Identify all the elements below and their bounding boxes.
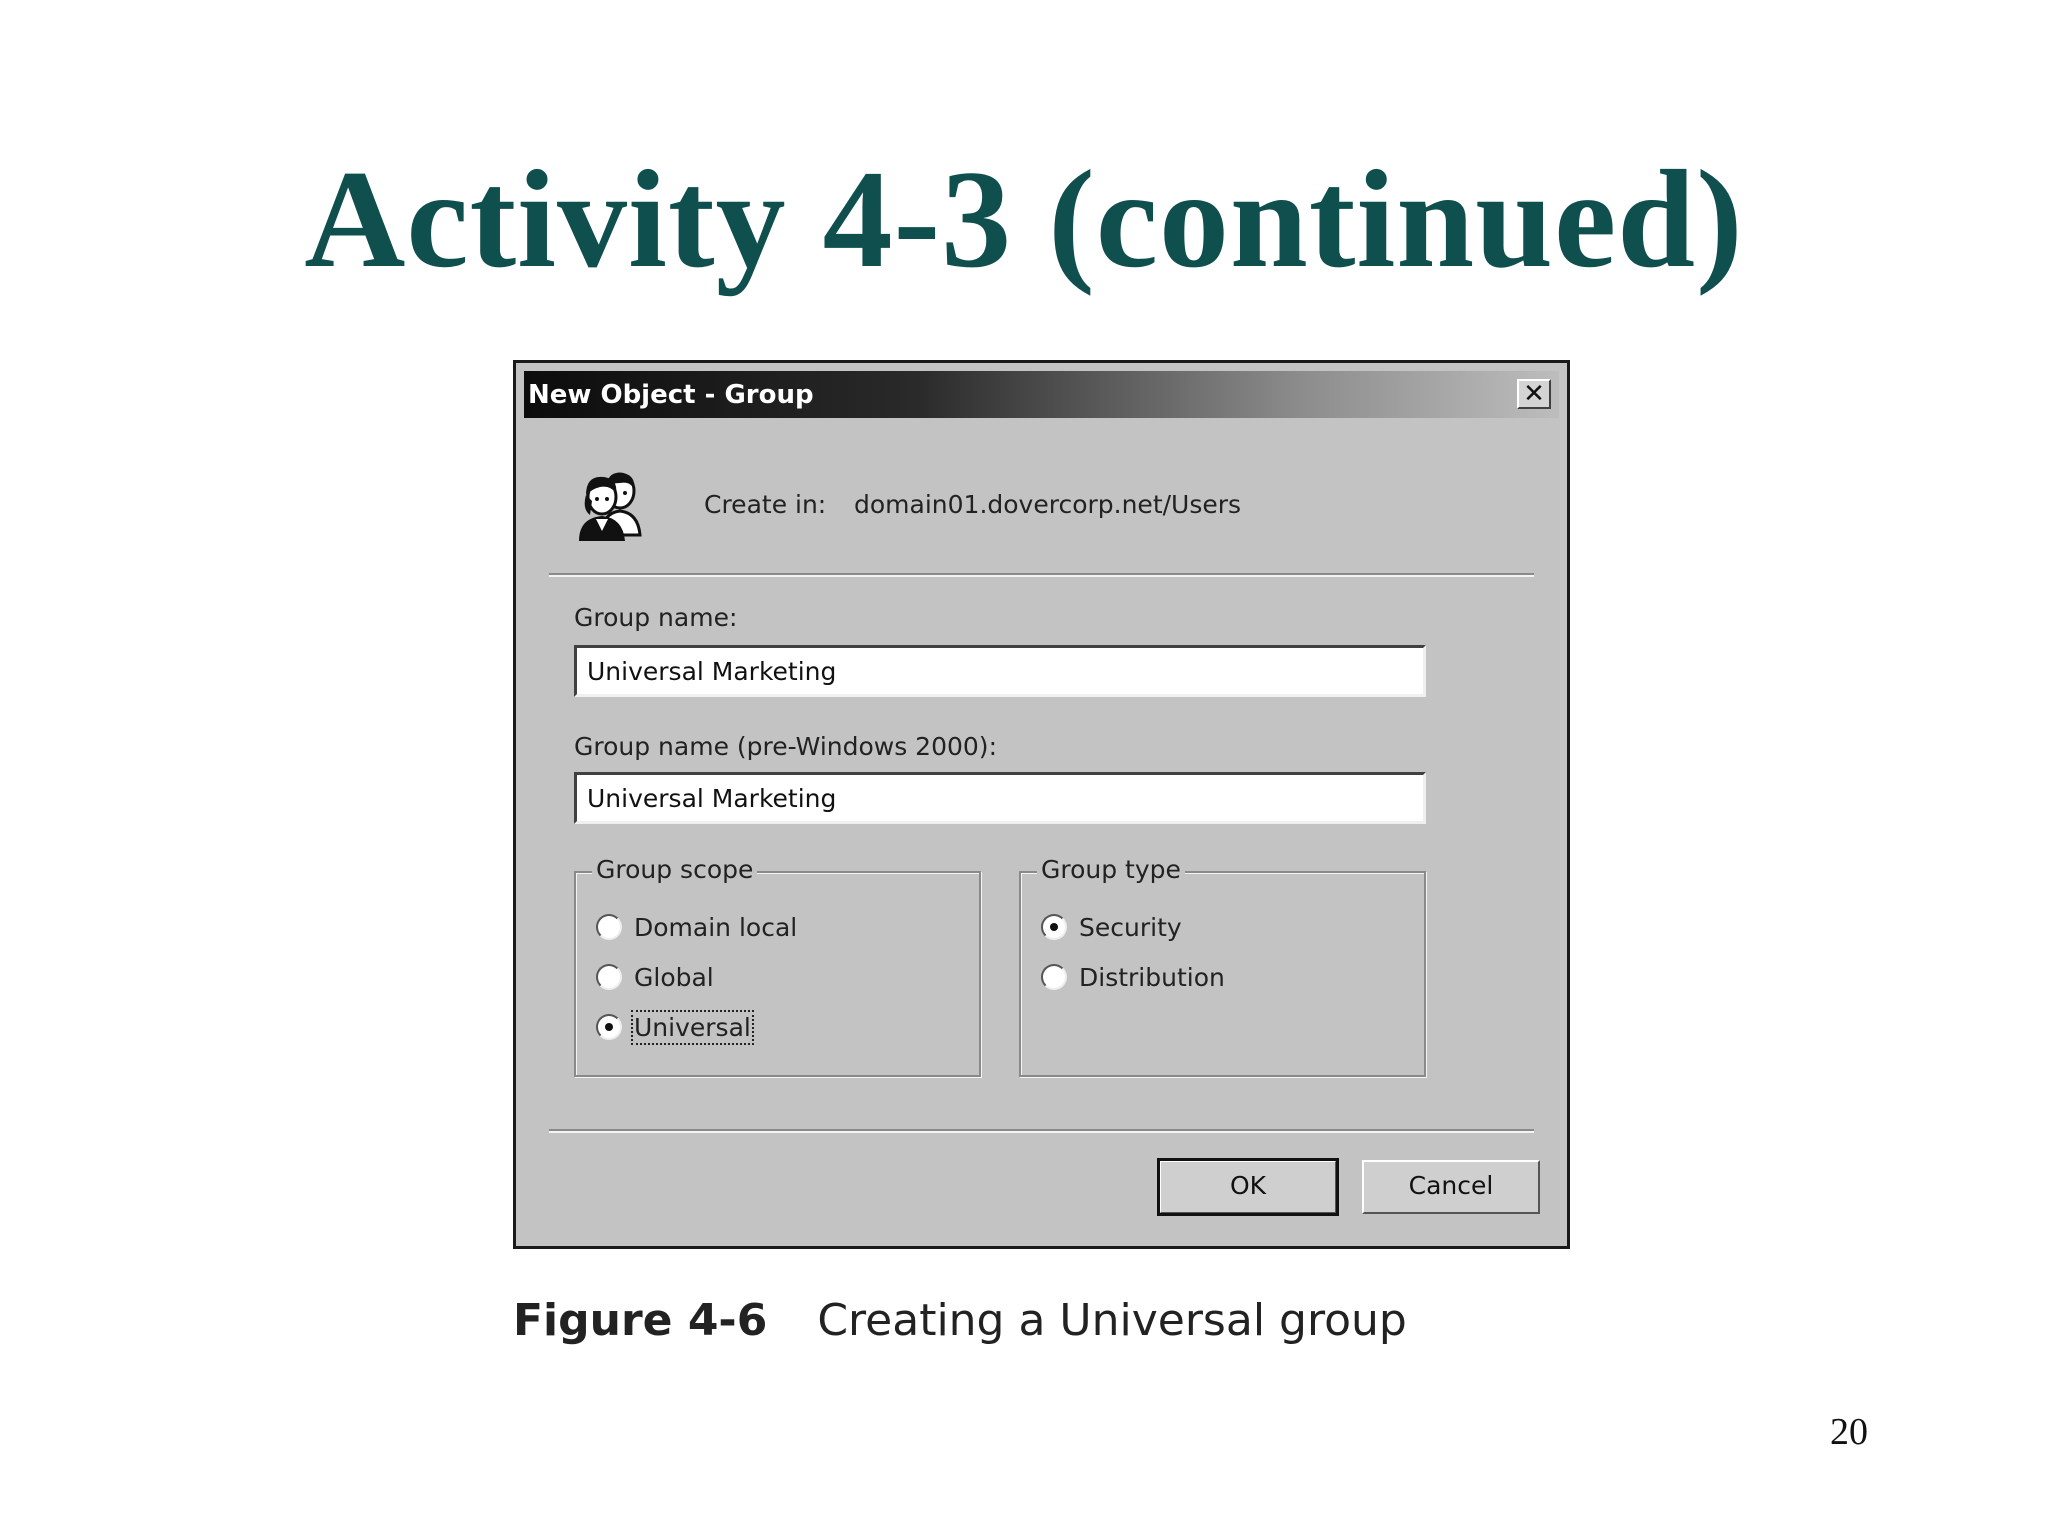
dialog-titlebar[interactable]: New Object - Group ✕ bbox=[524, 371, 1559, 418]
radio-security-label: Security bbox=[1079, 912, 1182, 942]
radio-global-label: Global bbox=[634, 962, 714, 992]
figure-caption: Figure 4-6 Creating a Universal group bbox=[513, 1295, 1407, 1346]
group-name-label: Group name: bbox=[574, 603, 738, 632]
cancel-button[interactable]: Cancel bbox=[1362, 1160, 1540, 1214]
new-object-group-dialog: New Object - Group ✕ Create in: domain01… bbox=[513, 360, 1570, 1249]
radio-distribution[interactable]: Distribution bbox=[1041, 960, 1225, 994]
group-type-box: Group type Security Distribution bbox=[1019, 855, 1426, 1077]
separator-bottom bbox=[549, 1129, 1534, 1133]
radio-universal[interactable]: Universal bbox=[596, 1009, 754, 1045]
dialog-title: New Object - Group bbox=[528, 380, 814, 410]
radio-global[interactable]: Global bbox=[596, 960, 714, 994]
group-scope-legend: Group scope bbox=[592, 855, 758, 884]
page-number: 20 bbox=[1830, 1411, 1868, 1453]
radio-security-indicator[interactable] bbox=[1041, 914, 1067, 940]
group-scope-box: Group scope Domain local Global Universa… bbox=[574, 855, 981, 1077]
radio-domain-local[interactable]: Domain local bbox=[596, 910, 797, 944]
radio-universal-indicator[interactable] bbox=[596, 1014, 622, 1040]
close-button[interactable]: ✕ bbox=[1517, 379, 1551, 409]
create-in-value: domain01.dovercorp.net/Users bbox=[854, 490, 1242, 519]
separator-top bbox=[549, 573, 1534, 577]
ok-button[interactable]: OK bbox=[1157, 1158, 1339, 1216]
radio-security[interactable]: Security bbox=[1041, 910, 1182, 944]
radio-distribution-label: Distribution bbox=[1079, 962, 1225, 992]
figure-caption-text: Creating a Universal group bbox=[817, 1295, 1407, 1346]
pre-windows-2000-input[interactable] bbox=[574, 772, 1426, 824]
group-type-legend: Group type bbox=[1037, 855, 1185, 884]
radio-global-indicator[interactable] bbox=[596, 964, 622, 990]
radio-domain-local-label: Domain local bbox=[634, 912, 798, 942]
users-group-icon bbox=[578, 472, 642, 541]
radio-domain-local-indicator[interactable] bbox=[596, 914, 622, 940]
group-name-input[interactable] bbox=[574, 645, 1426, 697]
radio-distribution-indicator[interactable] bbox=[1041, 964, 1067, 990]
slide-title: Activity 4-3 (continued) bbox=[304, 142, 1744, 297]
figure-number: Figure 4-6 bbox=[513, 1295, 768, 1346]
radio-universal-label: Universal bbox=[631, 1009, 754, 1045]
pre-windows-2000-label: Group name (pre-Windows 2000): bbox=[574, 732, 997, 761]
close-icon: ✕ bbox=[1523, 379, 1545, 409]
create-in-label: Create in: bbox=[704, 490, 827, 519]
